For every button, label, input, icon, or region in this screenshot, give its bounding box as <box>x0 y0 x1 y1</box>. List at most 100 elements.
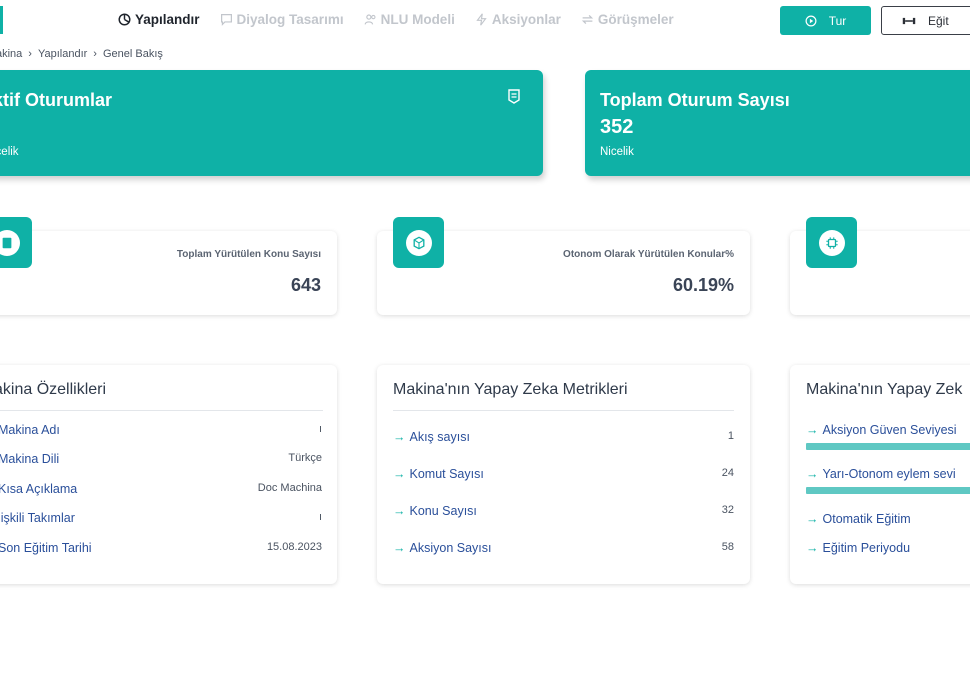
card-title: ktif Oturumlar <box>0 90 113 110</box>
card-title: Makina'nın Yapay Zeka Metrikleri <box>393 381 628 398</box>
row-value: 1 <box>727 430 734 442</box>
nav-item-label: Diyalog Tasarımı <box>236 12 344 27</box>
metric-row-commands[interactable]: → Komut Sayısı 24 <box>393 467 734 483</box>
arrow-right-icon: → <box>393 467 406 481</box>
confidence-slider-track[interactable] <box>806 443 970 450</box>
hexagon-icon <box>413 236 424 249</box>
stat-badge <box>393 217 444 268</box>
pie-chart-icon <box>118 13 131 26</box>
nav-item-aksiyonlar[interactable]: Aksiyonlar <box>475 12 561 27</box>
row-label: → Aksiyon Sayısı <box>393 541 492 555</box>
breadcrumb-item: Genel Bakış <box>102 48 163 60</box>
divider <box>393 410 734 411</box>
arrow-right-icon: → <box>806 423 819 437</box>
row-label: Son Eğitim Tarihi <box>0 541 92 555</box>
row-label: lişkili Takımlar <box>0 511 75 525</box>
arrow-right-icon: → <box>806 467 819 481</box>
arrow-right-icon: → <box>393 430 406 444</box>
card-title: Toplam Oturum Sayısı <box>600 90 790 110</box>
row-label: → Konu Sayısı <box>393 504 477 518</box>
setting-row-semi-autonomous[interactable]: → Yarı-Otonom eylem sevi <box>806 467 970 483</box>
top-navbar: Yapılandır Diyalog Tasarımı NLU Modeli A… <box>0 0 970 40</box>
row-value: 32 <box>721 504 734 516</box>
row-value: 24 <box>721 467 734 479</box>
feature-row-last-training: Son Eğitim Tarihi 15.08.2023 <box>0 541 322 557</box>
stat-value: 643 <box>290 275 321 295</box>
stat-label: Otonom Olarak Yürütülen Konular% <box>563 249 734 260</box>
row-label: → Komut Sayısı <box>393 467 484 481</box>
redacted-bar <box>225 427 285 436</box>
nav-item-nlu[interactable]: NLU Modeli <box>364 12 455 27</box>
nav-item-label: Aksiyonlar <box>491 12 561 27</box>
nav-item-gorusmeler[interactable]: Görüşmeler <box>581 12 674 27</box>
row-value: Doc Machina <box>257 482 322 494</box>
users-icon <box>364 14 376 25</box>
nav-item-label: Görüşmeler <box>597 12 674 27</box>
train-button-label: Eğit <box>928 13 949 28</box>
tour-button-label: Tur <box>828 13 847 28</box>
divider <box>0 410 323 411</box>
stat-label: Toplam Yürütülen Konu Sayısı <box>176 249 321 260</box>
row-value: ı <box>318 511 322 523</box>
metric-row-topics[interactable]: → Konu Sayısı 32 <box>393 504 734 520</box>
list-icon <box>508 89 520 104</box>
card-title: akina Özellikleri <box>0 381 107 398</box>
stat-badge <box>806 217 857 268</box>
row-label: Makina Dili <box>0 452 60 466</box>
row-label: → Otomatik Eğitim <box>806 512 911 526</box>
ai-metrics-card: Makina'nın Yapay Zeka Metrikleri → Akış s… <box>377 365 750 584</box>
dumbbell-icon <box>902 17 916 24</box>
row-label: → Eğitim Periyodu <box>806 541 911 555</box>
row-label: Kısa Açıklama <box>0 482 78 496</box>
row-label: → Yarı-Otonom eylem sevi <box>806 467 956 481</box>
breadcrumb-item[interactable]: akina <box>0 48 22 60</box>
arrow-right-icon: → <box>806 512 819 526</box>
row-value: 58 <box>721 541 734 553</box>
arrow-right-icon: → <box>393 541 406 555</box>
chevron-right-icon: › <box>28 48 32 60</box>
train-button[interactable]: Eğit <box>881 6 970 35</box>
chip-icon <box>825 236 838 249</box>
row-value: 15.08.2023 <box>266 541 322 553</box>
row-value: Türkçe <box>288 452 322 464</box>
tour-button[interactable]: Tur <box>780 6 871 35</box>
row-value: ı <box>318 423 322 435</box>
arrow-right-icon: → <box>393 504 406 518</box>
total-sessions-card: Toplam Oturum Sayısı 352 Nicelik <box>585 70 970 176</box>
breadcrumb-item[interactable]: Yapılandır <box>38 48 87 60</box>
row-label: → Akış sayısı <box>393 430 470 444</box>
arrow-right-icon: → <box>806 541 819 555</box>
ai-settings-card: Makina'nın Yapay Zek → Aksiyon Güven Sevi… <box>790 365 970 584</box>
nav-item-yapilandir[interactable]: Yapılandır <box>118 12 200 27</box>
machine-features-card: akina Özellikleri Makina Adı ı Makina Di… <box>0 365 337 584</box>
main-nav: Yapılandır Diyalog Tasarımı NLU Modeli A… <box>118 12 674 27</box>
play-circle-icon <box>805 15 817 26</box>
chevron-right-icon: › <box>93 48 97 60</box>
logo-edge <box>0 6 3 34</box>
row-label: Makina Adı <box>0 423 60 437</box>
card-value: 352 <box>600 116 634 138</box>
book-icon <box>2 237 11 248</box>
setting-row-confidence[interactable]: → Aksiyon Güven Seviyesi <box>806 423 970 439</box>
nav-item-label: Yapılandır <box>135 12 200 27</box>
breadcrumb: akina › Yapılandır › Genel Bakış <box>0 48 163 60</box>
nav-item-label: NLU Modeli <box>380 12 455 27</box>
feature-row-language: Makina Dili Türkçe <box>0 452 322 468</box>
redacted-bar <box>128 515 278 524</box>
card-title: Makina'nın Yapay Zek <box>806 381 963 398</box>
card-subtitle: Nicelik <box>600 146 634 158</box>
feature-row-description: Kısa Açıklama Doc Machina <box>0 482 322 498</box>
card-subtitle: icelik <box>0 146 19 158</box>
semi-autonomous-slider-track[interactable] <box>806 487 970 494</box>
metric-row-actions[interactable]: → Aksiyon Sayısı 58 <box>393 541 734 557</box>
chat-bubble-icon <box>220 14 232 26</box>
setting-row-training-period[interactable]: → Eğitim Periyodu <box>806 541 970 557</box>
nav-item-diyalog[interactable]: Diyalog Tasarımı <box>220 12 344 27</box>
repeat-icon <box>581 14 593 25</box>
stat-value: 60.19% <box>672 275 734 295</box>
metric-row-flows[interactable]: → Akış sayısı 1 <box>393 430 734 446</box>
active-sessions-card: ktif Oturumlar icelik <box>0 70 543 176</box>
topics-executed-card: Toplam Yürütülen Konu Sayısı 643 <box>0 231 337 315</box>
stat-badge <box>0 217 32 268</box>
setting-row-auto-training[interactable]: → Otomatik Eğitim <box>806 512 970 528</box>
